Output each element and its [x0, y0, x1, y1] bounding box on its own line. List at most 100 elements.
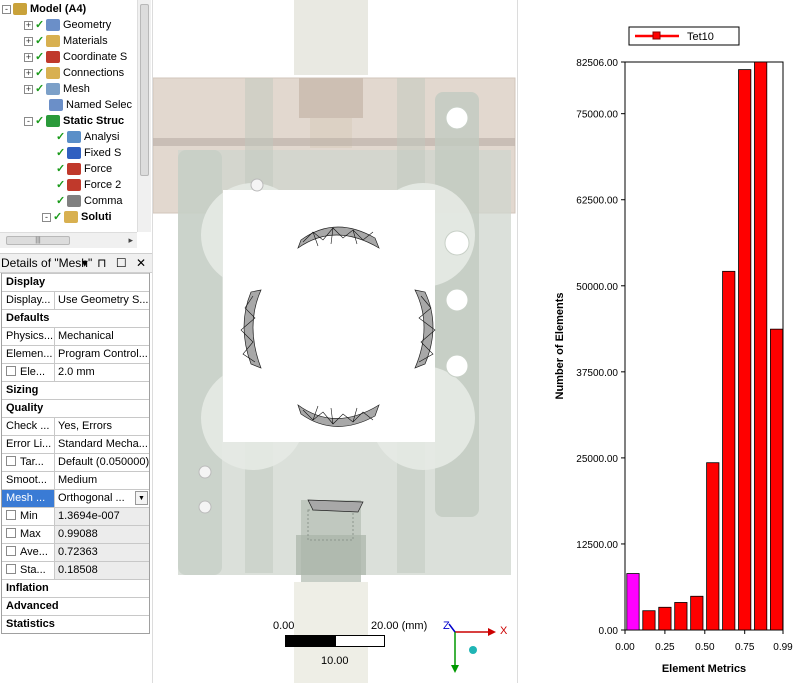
- tree-item-force[interactable]: ✓ Force 2: [56, 177, 121, 193]
- status-check-icon: ✓: [56, 195, 66, 208]
- histogram-bar: [690, 595, 704, 631]
- expand-icon[interactable]: +: [24, 20, 33, 30]
- parameter-checkbox[interactable]: [6, 456, 16, 466]
- materials-icon: [46, 35, 60, 48]
- tree-item-label: Force: [84, 163, 113, 176]
- mesh-model-view[interactable]: [153, 0, 518, 683]
- tree-item-model[interactable]: - Model (A4): [2, 1, 86, 17]
- details-property-row[interactable]: Ele... 2.0 mm: [2, 363, 149, 381]
- dropdown-arrow-icon[interactable]: ▼: [135, 491, 148, 505]
- parameter-checkbox[interactable]: [6, 510, 16, 520]
- property-value-text: 0.72363: [58, 546, 98, 558]
- details-property-row[interactable]: Mesh ... Orthogonal ... ▼: [2, 489, 149, 507]
- tree-item-named-selections[interactable]: Named Selec: [38, 97, 132, 113]
- expand-icon[interactable]: +: [24, 84, 33, 94]
- property-name-text: Physics...: [6, 330, 54, 342]
- legend-label: Tet10: [687, 31, 714, 43]
- property-value-text: Orthogonal ...: [58, 492, 125, 504]
- property-name: Check ...: [2, 418, 55, 435]
- triad-z-axis: [448, 623, 456, 633]
- property-value[interactable]: Yes, Errors: [55, 418, 149, 435]
- project-tree[interactable]: - Model (A4) + ✓ Geometry + ✓ Materials + ✓ Coordi…: [0, 0, 152, 250]
- parameter-checkbox[interactable]: [6, 366, 16, 376]
- axis-triad-icon[interactable]: X Z: [443, 620, 513, 680]
- details-property-row[interactable]: Check ... Yes, Errors: [2, 417, 149, 435]
- property-value-text: 0.99088: [58, 528, 98, 540]
- tree-item-connections[interactable]: + ✓ Connections: [24, 65, 124, 81]
- scroll-right-arrow-icon[interactable]: ▸: [128, 235, 133, 246]
- details-section-statistics[interactable]: Statistics: [2, 615, 149, 633]
- property-value-text: Standard Mecha...: [58, 438, 148, 450]
- details-property-row[interactable]: Sta... 0.18508: [2, 561, 149, 579]
- triad-x-arrow-icon: [488, 628, 496, 636]
- details-section-display[interactable]: Display: [2, 273, 149, 291]
- tree-item-static-structural[interactable]: - ✓ Static Struc: [24, 113, 124, 129]
- parameter-checkbox[interactable]: [6, 528, 16, 538]
- details-section-inflation[interactable]: Inflation: [2, 579, 149, 597]
- hole: [444, 230, 470, 256]
- tree-item-geometry[interactable]: + ✓ Geometry: [24, 17, 111, 33]
- expand-icon[interactable]: +: [24, 68, 33, 78]
- small-hole: [198, 500, 212, 514]
- tree-item-force[interactable]: ✓ Force: [56, 161, 112, 177]
- named-selections-icon: [49, 99, 63, 112]
- tree-item-materials[interactable]: + ✓ Materials: [24, 33, 108, 49]
- details-property-row[interactable]: Smoot... Medium: [2, 471, 149, 489]
- property-value-text: Use Geometry S...: [58, 294, 149, 306]
- details-property-row[interactable]: Max 0.99088: [2, 525, 149, 543]
- property-value[interactable]: 0.72363: [55, 544, 149, 561]
- details-section-sizing[interactable]: Sizing: [2, 381, 149, 399]
- graphics-viewport[interactable]: 0.00 20.00 (mm) 10.00 X Z: [152, 0, 518, 683]
- tree-item-fixed-support[interactable]: ✓ Fixed S: [56, 145, 121, 161]
- details-section-advanced[interactable]: Advanced: [2, 597, 149, 615]
- property-value[interactable]: Mechanical: [55, 328, 149, 345]
- property-value[interactable]: Orthogonal ... ▼: [55, 490, 149, 507]
- property-name-text: Ave...: [20, 546, 48, 558]
- y-tick-label: 12500.00: [576, 540, 618, 551]
- details-property-row[interactable]: Tar... Default (0.050000): [2, 453, 149, 471]
- details-section-defaults[interactable]: Defaults: [2, 309, 149, 327]
- tree-vscroll-thumb[interactable]: [140, 4, 149, 176]
- expand-icon[interactable]: +: [24, 36, 33, 46]
- tree-item-coordinate-systems[interactable]: + ✓ Coordinate S: [24, 49, 127, 65]
- details-property-row[interactable]: Error Li... Standard Mecha...: [2, 435, 149, 453]
- histogram-bar: [722, 270, 736, 631]
- property-name-text: Min: [20, 510, 38, 522]
- tree-vertical-scrollbar[interactable]: [137, 0, 151, 232]
- tree-item-analysis-settings[interactable]: ✓ Analysi: [56, 129, 119, 145]
- property-value[interactable]: Use Geometry S...: [55, 292, 149, 309]
- histogram-bar: [738, 69, 752, 631]
- details-property-row[interactable]: Display... Use Geometry S...: [2, 291, 149, 309]
- property-value[interactable]: Standard Mecha...: [55, 436, 149, 453]
- property-name: Ave...: [2, 544, 55, 561]
- details-section-quality[interactable]: Quality: [2, 399, 149, 417]
- property-value[interactable]: 0.99088: [55, 526, 149, 543]
- tree-horizontal-scrollbar[interactable]: ||| ▸: [0, 232, 137, 248]
- model-icon: [13, 3, 27, 16]
- expand-icon[interactable]: +: [24, 52, 33, 62]
- details-property-row[interactable]: Physics... Mechanical: [2, 327, 149, 345]
- tree-item-solution[interactable]: - ✓ Soluti: [42, 209, 112, 225]
- property-value[interactable]: Medium: [55, 472, 149, 489]
- details-property-row[interactable]: Elemen... Program Control...: [2, 345, 149, 363]
- mesh-metrics-chart[interactable]: Tet10 0.00 12500.00 25000.00 37500.00 50000.0…: [519, 0, 798, 683]
- details-property-row[interactable]: Min 1.3694e-007: [2, 507, 149, 525]
- tree-item-mesh[interactable]: + ✓ Mesh: [24, 81, 90, 97]
- property-value[interactable]: 1.3694e-007: [55, 508, 149, 525]
- property-value[interactable]: Program Control...: [55, 346, 149, 363]
- tree-item-commands[interactable]: ✓ Comma: [56, 193, 123, 209]
- coordinate-systems-icon: [46, 51, 60, 64]
- parameter-checkbox[interactable]: [6, 564, 16, 574]
- status-check-icon: ✓: [35, 115, 45, 128]
- property-value[interactable]: 0.18508: [55, 562, 149, 579]
- property-name: Elemen...: [2, 346, 55, 363]
- tree-hscroll-thumb[interactable]: |||: [6, 236, 70, 245]
- details-window-controls-icon[interactable]: ▾ ⊓ ☐ ✕: [82, 254, 149, 272]
- parameter-checkbox[interactable]: [6, 546, 16, 556]
- collapse-icon[interactable]: -: [2, 4, 11, 14]
- details-property-row[interactable]: Ave... 0.72363: [2, 543, 149, 561]
- property-value[interactable]: Default (0.050000): [55, 454, 149, 471]
- collapse-icon[interactable]: -: [42, 212, 51, 222]
- property-value[interactable]: 2.0 mm: [55, 364, 149, 381]
- collapse-icon[interactable]: -: [24, 116, 33, 126]
